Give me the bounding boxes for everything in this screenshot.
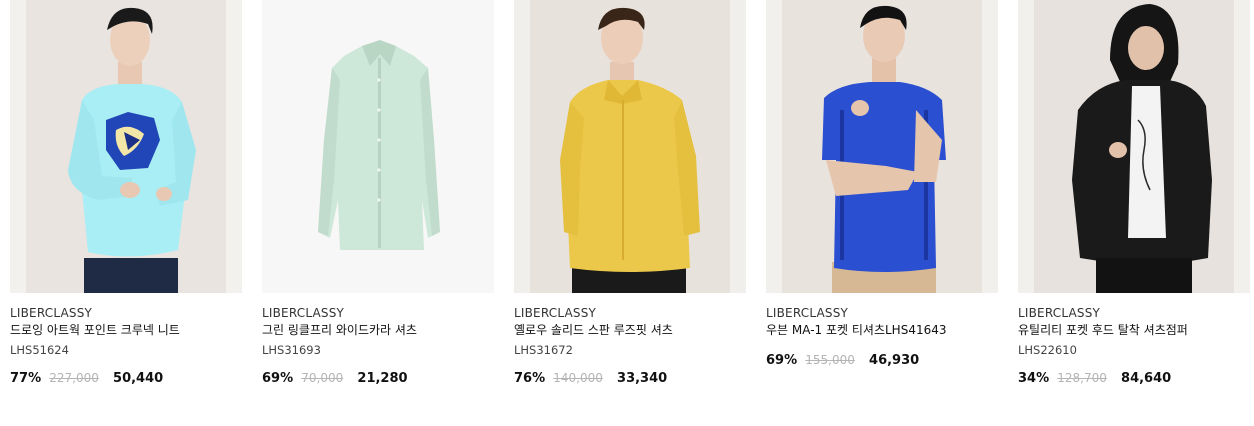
original-price: 155,000: [805, 353, 855, 367]
product-card[interactable]: LIBERCLASSY 유틸리티 포켓 후드 탈착 셔츠점퍼 LHS22610 …: [1018, 0, 1250, 400]
product-image[interactable]: [10, 0, 242, 293]
product-brand: LIBERCLASSY: [10, 306, 93, 320]
product-code: LHS51624: [10, 343, 69, 357]
discount-rate: 69%: [766, 353, 798, 368]
product-name[interactable]: 드로잉 아트웍 포인트 크루넥 니트: [10, 323, 180, 338]
price-row: 69% 70,000 21,280: [262, 370, 408, 386]
original-price: 140,000: [553, 371, 603, 385]
product-image[interactable]: [514, 0, 746, 293]
product-brand: LIBERCLASSY: [514, 306, 597, 320]
discount-rate: 69%: [262, 371, 294, 386]
product-image-yellow-shirt: [514, 0, 746, 293]
product-image-blue-tee: [766, 0, 998, 293]
product-code: LHS22610: [1018, 343, 1077, 357]
product-image-black-jumper: [1018, 0, 1250, 293]
original-price: 70,000: [301, 371, 344, 385]
discount-rate: 34%: [1018, 371, 1050, 386]
product-code: LHS31672: [514, 343, 573, 357]
product-brand: LIBERCLASSY: [1018, 306, 1101, 320]
product-name[interactable]: 그린 링클프리 와이드카라 셔츠: [262, 323, 417, 338]
product-image-shirt: [262, 0, 494, 293]
product-name[interactable]: 유틸리티 포켓 후드 탈착 셔츠점퍼: [1018, 323, 1188, 338]
product-brand: LIBERCLASSY: [766, 306, 849, 320]
price-row: 69% 155,000 46,930: [766, 352, 919, 368]
price-row: 77% 227,000 50,440: [10, 370, 163, 386]
original-price: 128,700: [1057, 371, 1107, 385]
product-name[interactable]: 우븐 MA-1 포켓 티셔츠LHS41643: [766, 323, 947, 338]
sale-price: 84,640: [1121, 371, 1172, 386]
discount-rate: 76%: [514, 371, 546, 386]
sale-price: 21,280: [357, 371, 408, 386]
sale-price: 33,340: [617, 371, 668, 386]
product-card[interactable]: LIBERCLASSY 드로잉 아트웍 포인트 크루넥 니트 LHS51624 …: [10, 0, 242, 400]
original-price: 227,000: [49, 371, 99, 385]
product-image[interactable]: [262, 0, 494, 293]
price-row: 34% 128,700 84,640: [1018, 370, 1171, 386]
product-name[interactable]: 옐로우 솔리드 스판 루즈핏 셔츠: [514, 323, 673, 338]
product-card[interactable]: LIBERCLASSY 옐로우 솔리드 스판 루즈핏 셔츠 LHS31672 7…: [514, 0, 746, 400]
product-image[interactable]: [1018, 0, 1250, 293]
sale-price: 46,930: [869, 353, 920, 368]
discount-rate: 77%: [10, 371, 42, 386]
sale-price: 50,440: [113, 371, 164, 386]
product-card[interactable]: LIBERCLASSY 그린 링클프리 와이드카라 셔츠 LHS31693 69…: [262, 0, 494, 400]
product-card[interactable]: LIBERCLASSY 우븐 MA-1 포켓 티셔츠LHS41643 69% 1…: [766, 0, 998, 400]
product-image-knit: [10, 0, 242, 293]
product-code: LHS31693: [262, 343, 321, 357]
product-image[interactable]: [766, 0, 998, 293]
product-brand: LIBERCLASSY: [262, 306, 345, 320]
price-row: 76% 140,000 33,340: [514, 370, 667, 386]
product-grid: LIBERCLASSY 드로잉 아트웍 포인트 크루넥 니트 LHS51624 …: [0, 0, 1254, 426]
